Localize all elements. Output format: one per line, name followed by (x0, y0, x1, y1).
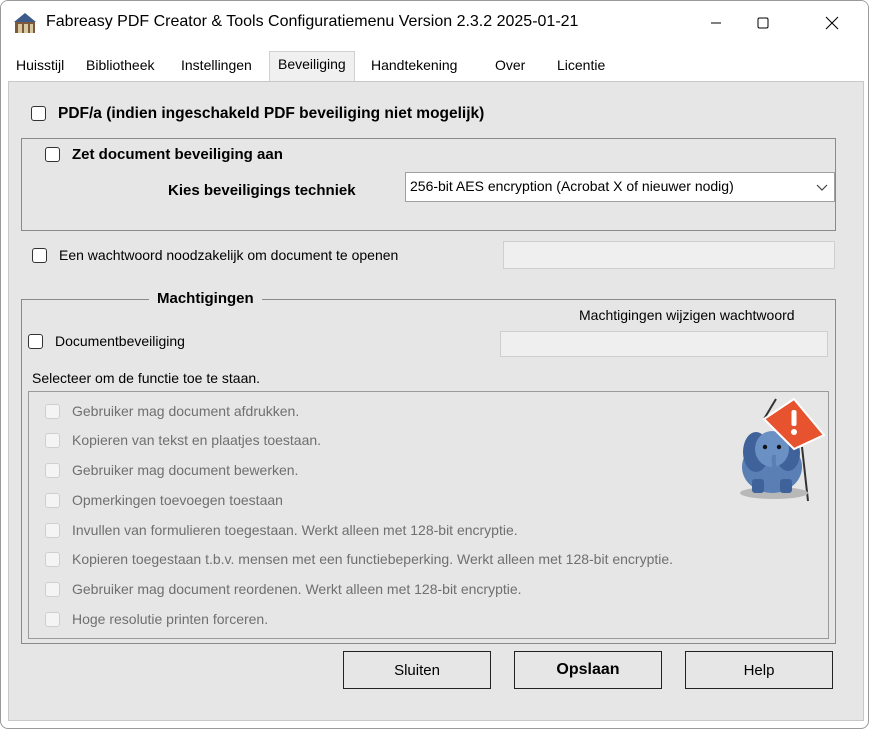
permission-hires-label: Hoge resolutie printen forceren. (72, 611, 269, 627)
save-button[interactable]: Opslaan (514, 651, 662, 689)
enable-security-checkbox[interactable] (45, 147, 60, 162)
chevron-down-icon (816, 184, 828, 191)
permission-forms-checkbox[interactable] (45, 523, 60, 538)
permissions-title: Machtigingen (149, 290, 262, 307)
permission-options-box (28, 391, 829, 639)
permission-comments-checkbox[interactable] (45, 493, 60, 508)
tab-bibliotheek[interactable]: Bibliotheek (86, 57, 155, 73)
permission-edit-checkbox[interactable] (45, 463, 60, 478)
docsec-checkbox[interactable] (28, 334, 43, 349)
change-password-field[interactable] (500, 331, 828, 357)
enable-security-label: Zet document beveiliging aan (72, 146, 283, 163)
open-password-label: Een wachtwoord noodzakelijk om document … (59, 247, 399, 263)
config-window: Fabreasy PDF Creator & Tools Configurati… (0, 0, 869, 729)
elephant-warning-icon (740, 397, 826, 502)
pdfa-label: PDF/a (indien ingeschakeld PDF beveiligi… (58, 105, 485, 122)
app-icon (14, 13, 36, 33)
select-hint: Selecteer om de functie toe te staan. (32, 370, 261, 386)
tab-licentie[interactable]: Licentie (557, 57, 605, 73)
tab-huisstijl[interactable]: Huisstijl (16, 57, 64, 73)
tab-over[interactable]: Over (495, 57, 525, 73)
permission-forms-label: Invullen van formulieren toegestaan. Wer… (72, 522, 518, 538)
open-password-checkbox[interactable] (32, 248, 47, 263)
title-bar: Fabreasy PDF Creator & Tools Configurati… (1, 1, 868, 45)
window-title: Fabreasy PDF Creator & Tools Configurati… (46, 13, 579, 30)
close-dialog-button[interactable]: Sluiten (343, 651, 491, 689)
close-button[interactable] (809, 1, 855, 45)
technique-label: Kies beveiligings techniek (168, 182, 356, 199)
tab-bar: Huisstijl Bibliotheek Instellingen Bevei… (1, 45, 868, 83)
permission-edit-label: Gebruiker mag document bewerken. (72, 462, 299, 478)
minimize-icon (711, 22, 721, 24)
permission-print-label: Gebruiker mag document afdrukken. (72, 403, 300, 419)
close-icon (825, 16, 839, 30)
pdfa-checkbox[interactable] (31, 106, 46, 121)
permission-comments-label: Opmerkingen toevoegen toestaan (72, 492, 283, 508)
permission-hires-checkbox[interactable] (45, 612, 60, 627)
permission-accessibility-checkbox[interactable] (45, 552, 60, 567)
help-button[interactable]: Help (685, 651, 833, 689)
technique-select-value: 256-bit AES encryption (Acrobat X of nie… (410, 178, 734, 194)
tab-handtekening[interactable]: Handtekening (371, 57, 457, 73)
permission-copy-label: Kopieren van tekst en plaatjes toestaan. (72, 432, 322, 448)
change-password-label: Machtigingen wijzigen wachtwoord (579, 307, 795, 323)
permission-reorder-label: Gebruiker mag document reordenen. Werkt … (72, 581, 522, 597)
tab-beveiliging[interactable]: Beveiliging (269, 51, 355, 81)
permission-reorder-checkbox[interactable] (45, 582, 60, 597)
permission-copy-checkbox[interactable] (45, 433, 60, 448)
maximize-button[interactable] (740, 1, 786, 45)
docsec-label: Documentbeveiliging (55, 333, 185, 349)
tab-instellingen[interactable]: Instellingen (181, 57, 252, 73)
open-password-field[interactable] (503, 241, 835, 269)
permission-print-checkbox[interactable] (45, 404, 60, 419)
technique-select[interactable]: 256-bit AES encryption (Acrobat X of nie… (405, 172, 835, 202)
minimize-button[interactable] (693, 1, 739, 45)
permission-accessibility-label: Kopieren toegestaan t.b.v. mensen met ee… (72, 551, 674, 567)
maximize-icon (757, 17, 769, 29)
